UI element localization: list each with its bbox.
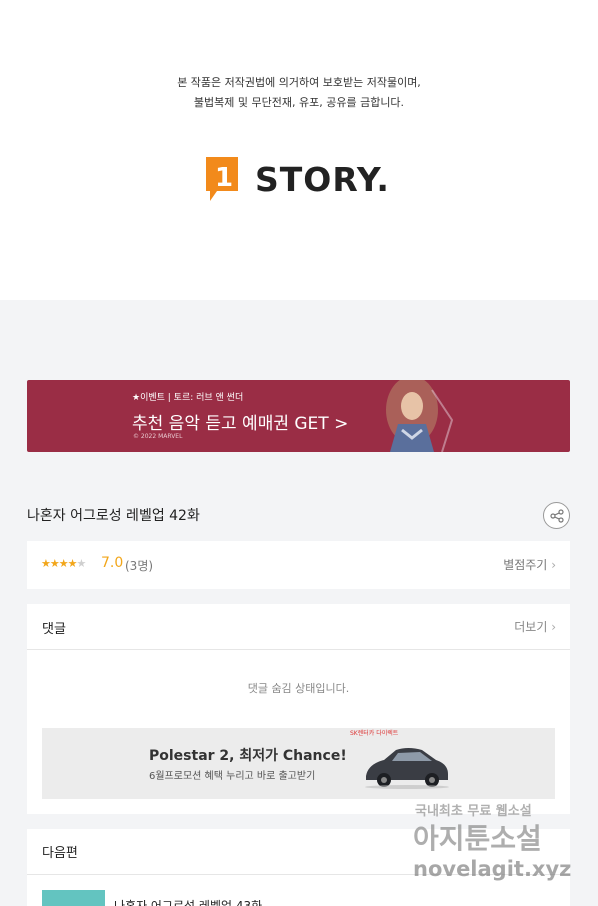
comments-hidden-message: 댓글 숨김 상태입니다.: [247, 682, 350, 695]
star-rating: ★★★★★: [41, 557, 87, 570]
comments-section: 댓글 더보기 › 댓글 숨김 상태입니다. SK렌터카 다이렉트 Polesta…: [27, 604, 570, 814]
comments-more-button[interactable]: 더보기 ›: [514, 618, 556, 635]
rate-label: 별점주기: [503, 558, 548, 572]
copyright-section: 본 작품은 저작권법에 의거하여 보호받는 저작물이며, 불법복제 및 무단전재…: [0, 0, 598, 300]
chevron-right-icon: ›: [551, 558, 556, 572]
notice-line-2: 불법복제 및 무단전재, 유포, 공유를 금합니다.: [193, 96, 405, 109]
star-icon: ★: [49, 557, 60, 570]
rating-count: (3명): [125, 559, 154, 573]
svg-text:1: 1: [215, 163, 233, 193]
next-episode-header: 다음편: [27, 829, 570, 875]
onestory-logo: 1 STORY.: [203, 155, 390, 203]
episode-title: 나혼자 어그로성 레벨업 42화: [27, 508, 200, 524]
share-button[interactable]: [543, 502, 570, 529]
ad-title: Polestar 2, 최저가 Chance!: [149, 748, 347, 764]
copyright-notice: 본 작품은 저작권법에 의거하여 보호받는 저작물이며, 불법복제 및 무단전재…: [0, 73, 598, 113]
ad-brand-logo: SK렌터카 다이렉트: [350, 730, 399, 737]
star-icon: ★: [41, 557, 51, 570]
comments-title: 댓글: [42, 622, 66, 637]
banner-eyebrow: ★이벤트 | 토르: 러브 앤 썬더: [132, 393, 244, 403]
rate-button[interactable]: 별점주기 ›: [503, 556, 556, 573]
banner-headline: 추천 음악 듣고 예매권 GET >: [132, 414, 349, 434]
banner-copyright: © 2022 MARVEL: [133, 433, 183, 440]
onestory-logo-text: STORY.: [255, 159, 390, 199]
star-icon: ★: [58, 557, 69, 570]
comments-more-label: 더보기: [514, 620, 548, 634]
rating-score: 7.0: [101, 555, 124, 571]
half-star-icon: ★: [67, 557, 78, 570]
banner-character-image: [386, 380, 454, 452]
ad-banner[interactable]: SK렌터카 다이렉트 Polestar 2, 최저가 Chance! 6월프로모…: [42, 728, 555, 799]
ad-subtitle: 6월프로모션 혜택 누리고 바로 출고받기: [149, 771, 316, 782]
next-episode-name[interactable]: 나혼자 어그로성 레벨업 43화: [114, 897, 262, 906]
next-episode-thumbnail[interactable]: [42, 890, 105, 906]
empty-star-icon: ★: [76, 557, 87, 570]
share-icon: [549, 508, 564, 523]
next-episode-title: 다음편: [42, 846, 78, 861]
notice-line-1: 본 작품은 저작권법에 의거하여 보호받는 저작물이며,: [177, 76, 421, 89]
event-banner[interactable]: ★이벤트 | 토르: 러브 앤 썬더 추천 음악 듣고 예매권 GET > © …: [27, 380, 570, 452]
car-image: [365, 748, 449, 789]
comments-header: 댓글 더보기 ›: [27, 604, 570, 650]
onestory-logo-mark: 1: [206, 157, 238, 201]
rating-card: ★★★★★ 7.0 (3명) 별점주기 ›: [27, 541, 570, 589]
next-episode-section: 다음편 나혼자 어그로성 레벨업 43화: [27, 829, 570, 906]
chevron-right-icon: ›: [551, 620, 556, 634]
